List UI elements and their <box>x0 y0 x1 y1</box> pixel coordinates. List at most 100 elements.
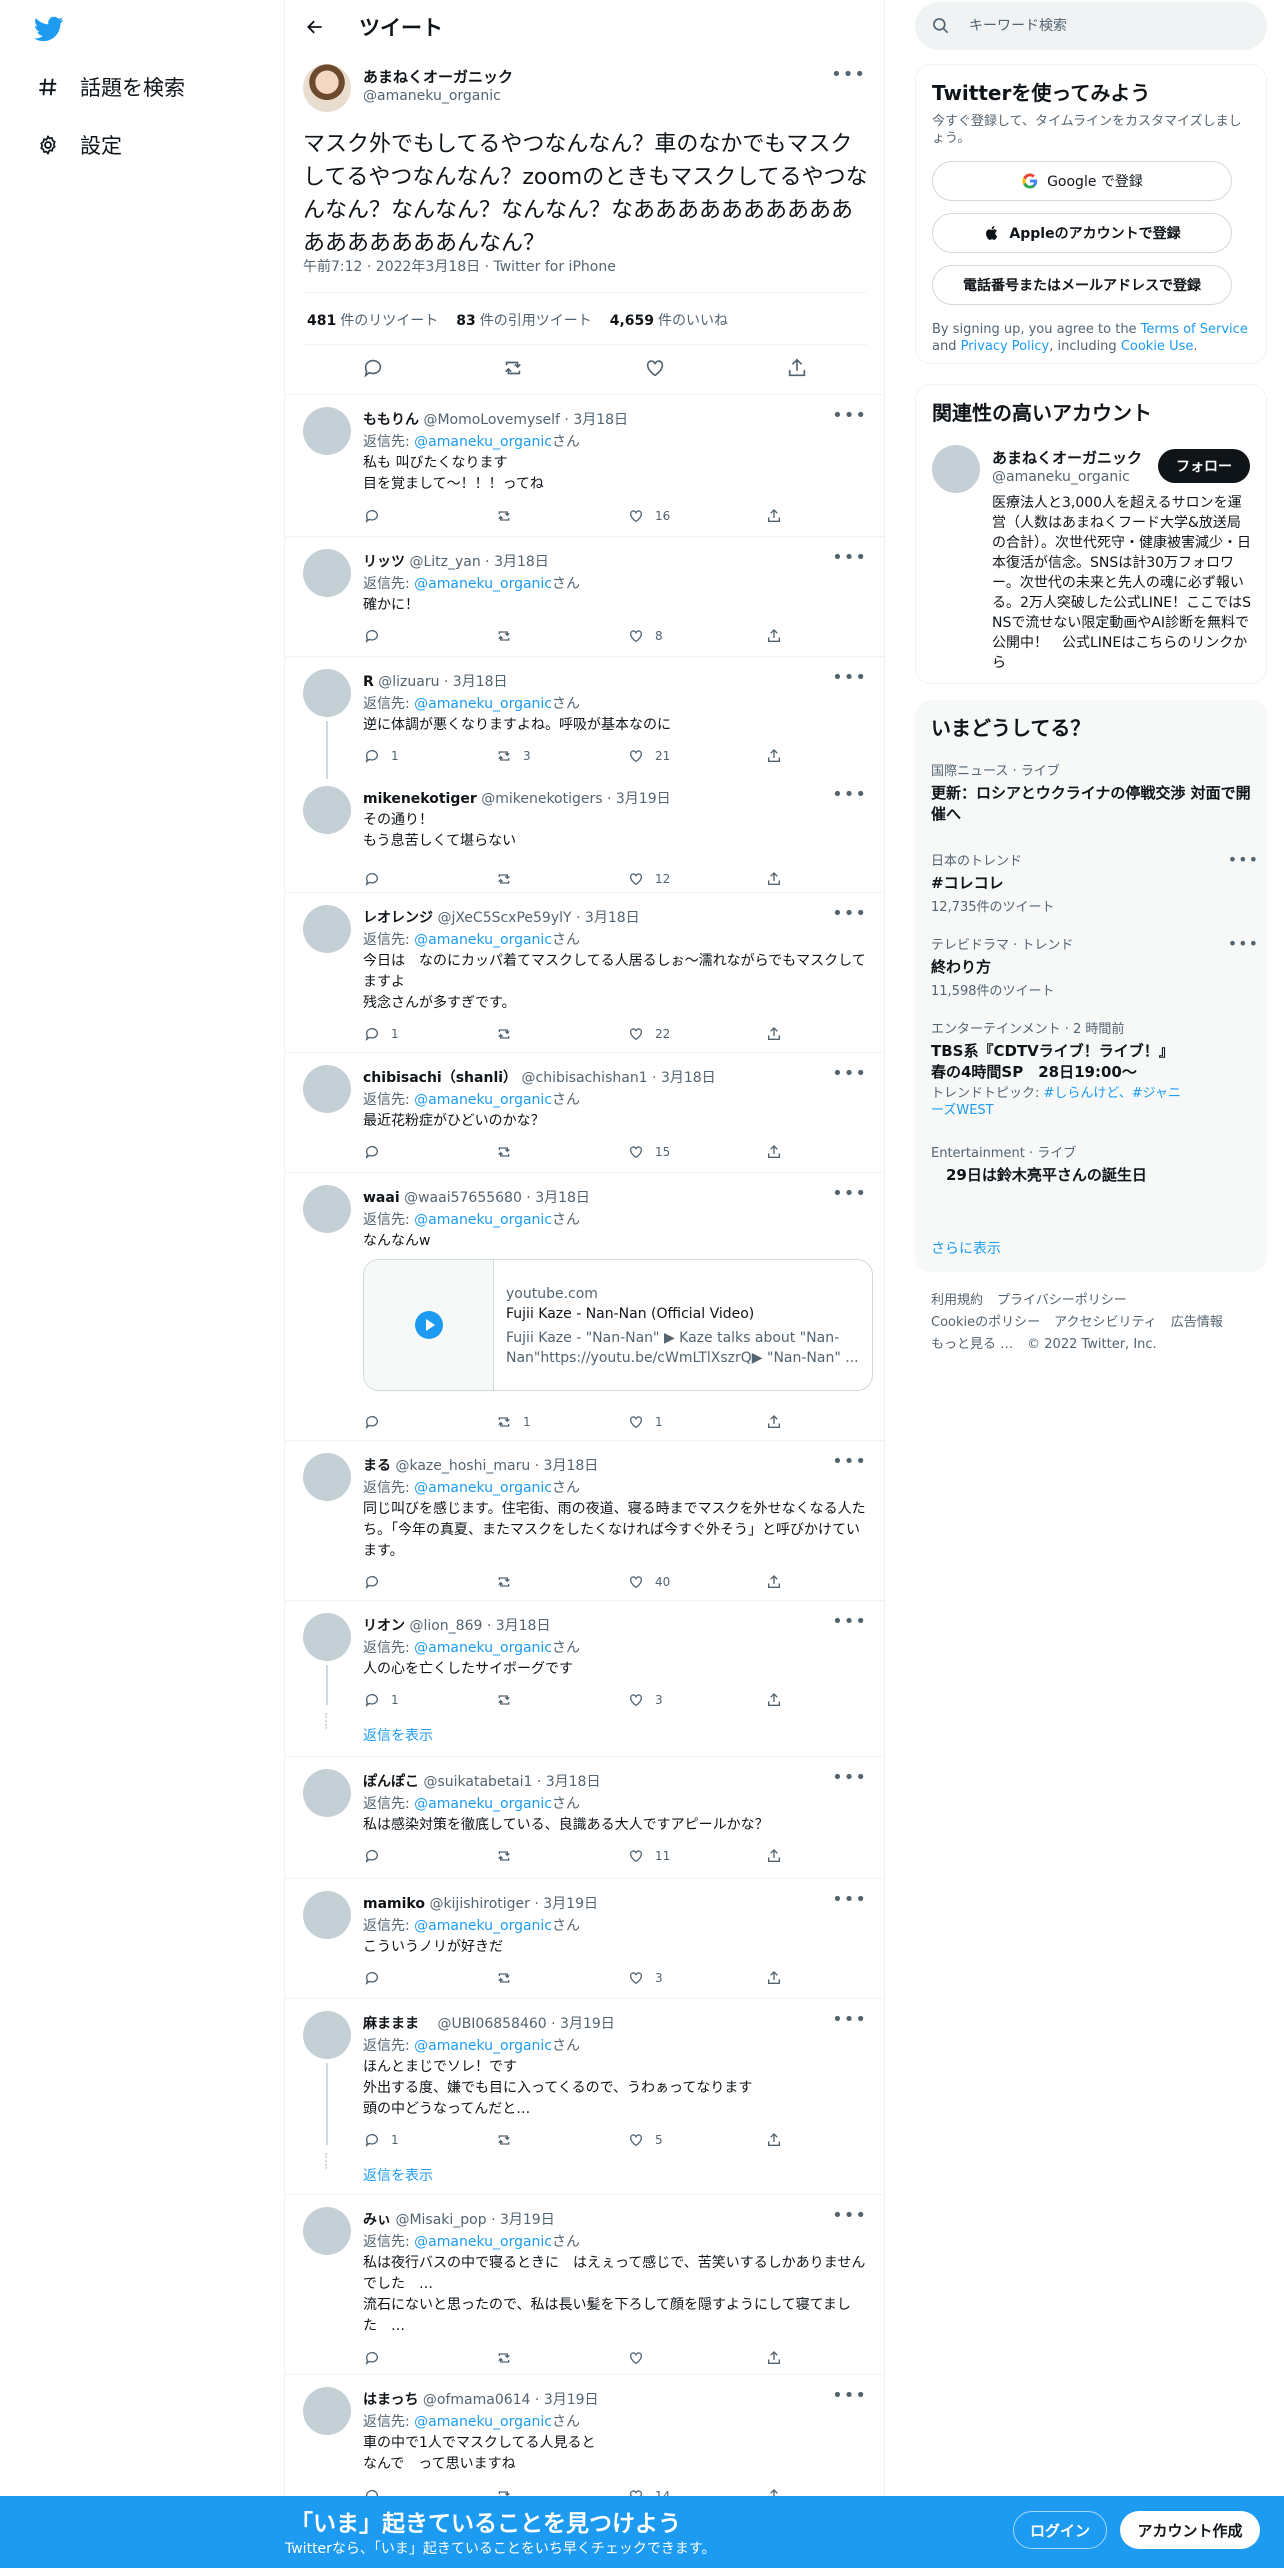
privacy-link[interactable]: Privacy Policy <box>961 339 1050 354</box>
author-avatar[interactable] <box>303 64 351 112</box>
retweet-action[interactable] <box>495 1025 523 1043</box>
reply-author-handle[interactable]: @kaze_hoshi_maru · 3月18日 <box>395 1458 598 1474</box>
google-signup-button[interactable]: Google で登録 <box>932 161 1232 201</box>
reply-avatar[interactable] <box>303 1453 351 1501</box>
share-action[interactable] <box>765 1691 793 1709</box>
reply-avatar[interactable] <box>303 905 351 953</box>
reply-author-handle[interactable]: @jXeC5ScxPe59ylY · 3月18日 <box>437 910 639 926</box>
more-options-icon[interactable]: ••• <box>832 784 867 805</box>
reply-author-handle[interactable]: @kijishirotiger · 3月19日 <box>429 1896 598 1912</box>
reply-tweet[interactable]: レオレンジ @jXeC5ScxPe59ylY · 3月18日 ••• 返信先: @a… <box>285 892 885 1052</box>
terms-link[interactable]: Terms of Service <box>1141 322 1248 337</box>
mention-link[interactable]: @amaneku_organic <box>414 1796 552 1812</box>
mention-link[interactable]: @amaneku_organic <box>414 2038 552 2054</box>
more-options-icon[interactable]: ••• <box>831 64 866 85</box>
retweet-action[interactable] <box>495 1969 523 1987</box>
reply-tweet[interactable]: リオン @lion_869 · 3月18日 ••• 返信先: @amaneku_or… <box>285 1600 885 1756</box>
reply-author-name[interactable]: chibisachi（shanli） <box>363 1070 517 1086</box>
trend-item[interactable]: 国際ニュース · ライブ 更新：ロシアとウクライナの停戦交渉 対面で開催へ <box>931 760 1251 825</box>
back-arrow-icon[interactable] <box>303 15 327 39</box>
mention-link[interactable]: @amaneku_organic <box>414 1212 552 1228</box>
share-action[interactable] <box>765 1413 793 1431</box>
reply-action[interactable] <box>363 1969 391 1987</box>
retweet-action[interactable] <box>495 507 523 525</box>
trend-item[interactable]: Entertainment · ライブ 29日は鈴木亮平さんの誕生日 <box>931 1142 1251 1186</box>
show-replies-link[interactable]: 返信を表示 <box>363 2165 433 2185</box>
tweet-timestamp[interactable]: 午前7:12 · 2022年3月18日 · Twitter for iPhone <box>303 256 616 276</box>
phone-email-signup-button[interactable]: 電話番号またはメールアドレスで登録 <box>932 265 1232 305</box>
reply-author-handle[interactable]: @Litz_yan · 3月18日 <box>409 554 548 570</box>
reply-avatar[interactable] <box>303 407 351 455</box>
more-options-icon[interactable]: ••• <box>1228 934 1259 953</box>
footer-ads[interactable]: 広告情報 <box>1171 1315 1223 1330</box>
reply-avatar[interactable] <box>303 1769 351 1817</box>
reply-author-name[interactable]: waai <box>363 1190 400 1206</box>
like-action[interactable]: 5 <box>627 2131 663 2149</box>
more-options-icon[interactable]: ••• <box>832 1767 867 1788</box>
like-action[interactable]: 8 <box>627 627 663 645</box>
relevant-handle[interactable]: @amaneku_organic <box>992 469 1130 485</box>
more-options-icon[interactable]: ••• <box>832 2385 867 2406</box>
mention-link[interactable]: @amaneku_organic <box>414 932 552 948</box>
reply-avatar[interactable] <box>303 1613 351 1661</box>
reply-avatar[interactable] <box>303 1185 351 1233</box>
reply-author-handle[interactable]: @lion_869 · 3月18日 <box>409 1618 550 1634</box>
retweet-icon[interactable] <box>501 356 525 380</box>
mention-link[interactable]: @amaneku_organic <box>414 1480 552 1496</box>
reply-author-name[interactable]: リオン <box>363 1618 405 1634</box>
reply-avatar[interactable] <box>303 1065 351 1113</box>
nav-settings[interactable]: 設定 <box>36 130 122 160</box>
share-action[interactable] <box>765 627 793 645</box>
quote-count[interactable]: 83 件の引用ツイート <box>456 310 591 330</box>
reply-tweet[interactable]: waai @waai57655680 · 3月18日 ••• 返信先: @amane… <box>285 1172 885 1440</box>
more-options-icon[interactable]: ••• <box>832 667 867 688</box>
more-options-icon[interactable]: ••• <box>832 1451 867 1472</box>
like-action[interactable]: 16 <box>627 507 670 525</box>
share-action[interactable] <box>765 1847 793 1865</box>
like-icon[interactable] <box>643 356 667 380</box>
retweet-action[interactable]: 1 <box>495 1413 531 1431</box>
retweet-action[interactable] <box>495 2131 523 2149</box>
like-count[interactable]: 4,659 件のいいね <box>610 310 728 330</box>
more-options-icon[interactable]: ••• <box>832 2205 867 2226</box>
reply-author-name[interactable]: 麻ままま <box>363 2016 419 2032</box>
mention-link[interactable]: @amaneku_organic <box>414 1918 552 1934</box>
share-action[interactable] <box>765 2131 793 2149</box>
more-options-icon[interactable]: ••• <box>832 1889 867 1910</box>
search-box[interactable] <box>915 2 1267 50</box>
like-action[interactable]: 15 <box>627 1143 670 1161</box>
mention-link[interactable]: @amaneku_organic <box>414 2234 552 2250</box>
show-more-link[interactable]: さらに表示 <box>931 1238 1001 1258</box>
reply-tweet[interactable]: mikenekotiger @mikenekotigers · 3月19日 •••… <box>285 774 885 892</box>
more-options-icon[interactable]: ••• <box>832 547 867 568</box>
reply-action[interactable] <box>363 1573 391 1591</box>
footer-more[interactable]: もっと見る … <box>931 1337 1013 1352</box>
reply-avatar[interactable] <box>303 2011 351 2059</box>
reply-action[interactable] <box>363 627 391 645</box>
reply-author-handle[interactable]: @chibisachishan1 · 3月18日 <box>522 1070 716 1086</box>
more-options-icon[interactable]: ••• <box>832 903 867 924</box>
reply-author-handle[interactable]: @UBI06858460 · 3月19日 <box>423 2016 614 2032</box>
reply-author-name[interactable]: まる <box>363 1458 391 1474</box>
trend-item[interactable]: 日本のトレンド #コレコレ 12,735件のツイート ••• <box>931 850 1258 915</box>
share-icon[interactable] <box>785 356 809 380</box>
more-options-icon[interactable]: ••• <box>832 405 867 426</box>
reply-author-name[interactable]: レオレンジ <box>363 910 433 926</box>
reply-action[interactable] <box>363 507 391 525</box>
video-thumbnail[interactable] <box>364 1260 494 1390</box>
footer-accessibility[interactable]: アクセシビリティ <box>1054 1315 1157 1330</box>
reply-tweet[interactable]: ももりん @MomoLovemyself · 3月18日 ••• 返信先: @ama… <box>285 394 885 536</box>
reply-action[interactable] <box>363 1413 391 1431</box>
reply-avatar[interactable] <box>303 2207 351 2255</box>
follow-button[interactable]: フォロー <box>1158 449 1250 483</box>
more-options-icon[interactable]: ••• <box>832 1611 867 1632</box>
retweet-action[interactable] <box>495 627 523 645</box>
search-input[interactable] <box>969 18 1229 34</box>
reply-action[interactable]: 1 <box>363 2131 399 2149</box>
share-action[interactable] <box>765 870 793 888</box>
login-button[interactable]: ログイン <box>1013 2511 1107 2549</box>
reply-tweet[interactable]: chibisachi（shanli） @chibisachishan1 · 3月… <box>285 1052 885 1172</box>
reply-tweet[interactable]: mamiko @kijishirotiger · 3月19日 ••• 返信先: @a… <box>285 1878 885 1998</box>
mention-link[interactable]: @amaneku_organic <box>414 434 552 450</box>
nav-explore[interactable]: 話題を検索 <box>36 72 185 102</box>
